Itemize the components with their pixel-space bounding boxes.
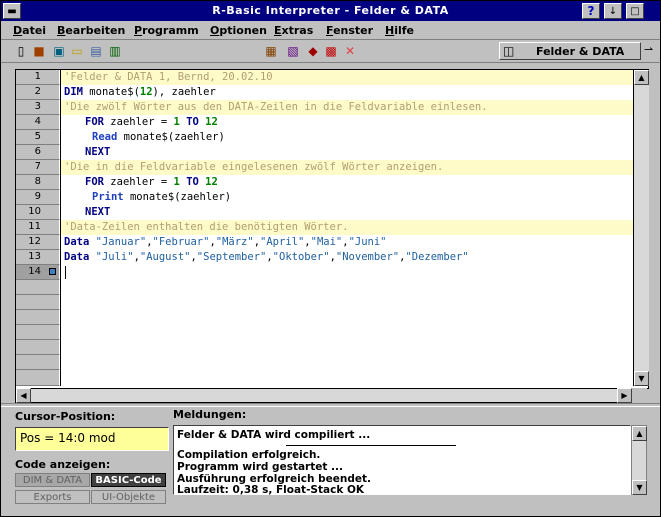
help-button[interactable]: ? (582, 3, 600, 19)
line-number-gutter: 1 2 3 4 5 6 7 8 9 10 11 12 13 14 (16, 70, 61, 386)
line-number: 4 (16, 115, 60, 130)
menu-hilfe[interactable]: Hilfe (385, 24, 414, 37)
maximize-button[interactable]: □ (626, 3, 644, 19)
message-line: Felder & DATA wird compiliert ... (177, 429, 371, 441)
line-number: 11 (16, 220, 60, 235)
folder-icon[interactable]: ▭ (69, 43, 85, 59)
grid-icon[interactable]: ▩ (323, 43, 339, 59)
printer-icon[interactable]: ▤ (88, 43, 104, 59)
code-line[interactable]: 'Felder & DATA 1, Bernd, 20.02.10 (61, 70, 633, 85)
menu-extras[interactable]: Extras (274, 24, 313, 37)
line-number: 3 (16, 100, 60, 115)
run-icon[interactable]: ▧ (285, 43, 301, 59)
stop-icon[interactable]: ✕ (342, 43, 358, 59)
code-line[interactable]: NEXT (61, 145, 633, 160)
messages-label: Meldungen: (173, 408, 247, 421)
line-number-empty (16, 325, 60, 340)
minimize-button[interactable]: ↓ (604, 3, 622, 19)
message-line: Compilation erfolgreich. (177, 449, 321, 461)
window-title: R-Basic Interpreter - Felder & DATA (212, 4, 449, 17)
document-selector[interactable]: ◫ Felder & DATA (499, 42, 641, 60)
menu-fenster[interactable]: Fenster (326, 24, 373, 37)
menu-datei[interactable]: Datei (13, 24, 46, 37)
line-number-empty (16, 310, 60, 325)
line-number: 1 (16, 70, 60, 85)
editor-horizontal-scrollbar[interactable]: ◀ ▶ (15, 388, 632, 403)
debug-icon[interactable]: ◆ (305, 43, 321, 59)
cursor-position-field: Pos = 14:0 mod (15, 427, 169, 451)
line-number-empty (16, 280, 60, 295)
document-selector-label: Felder & DATA (536, 45, 625, 58)
title-bar[interactable]: ▬ R-Basic Interpreter - Felder & DATA ? … (1, 1, 660, 21)
mode-basic-code-button[interactable]: BASIC-Code (91, 473, 166, 487)
menu-bearbeiten[interactable]: Bearbeiten (57, 24, 125, 37)
line-number: 9 (16, 190, 60, 205)
compile-icon[interactable]: ▦ (263, 43, 279, 59)
messages-panel: Felder & DATA wird compiliert ... Compil… (173, 425, 631, 496)
messages-scrollbar[interactable]: ▲ ▼ (631, 425, 647, 495)
line-number: 13 (16, 250, 60, 265)
line-number: 12 (16, 235, 60, 250)
main-window: ▬ R-Basic Interpreter - Felder & DATA ? … (0, 0, 661, 517)
scroll-up-icon[interactable]: ▲ (632, 426, 647, 441)
scroll-down-icon[interactable]: ▼ (632, 480, 647, 495)
message-line: Laufzeit: 0,38 s, Float-Stack OK (177, 484, 365, 496)
line-number: 5 (16, 130, 60, 145)
line-number: 2 (16, 85, 60, 100)
code-line[interactable]: FOR zaehler = 1 TO 12 (61, 175, 633, 190)
line-number-empty (16, 340, 60, 355)
menu-bar: Datei Bearbeiten Programm Optionen Extra… (1, 22, 660, 40)
split-window-icon: ◫ (503, 44, 515, 58)
code-line[interactable]: Read monate$(zaehler) (61, 130, 633, 145)
scroll-left-icon[interactable]: ◀ (16, 388, 31, 403)
scrollbar-corner (632, 388, 647, 403)
code-line[interactable]: FOR zaehler = 1 TO 12 (61, 115, 633, 130)
line-number-active: 14 (16, 265, 60, 280)
text-icon[interactable]: ▣ (51, 43, 67, 59)
mode-dim-data-button[interactable]: DIM & DATA (15, 473, 90, 487)
scroll-right-icon[interactable]: ▶ (617, 388, 632, 403)
code-line[interactable]: 'Die zwölf Wörter aus den DATA-Zeilen in… (61, 100, 633, 115)
message-line: Programm wird gestartet ... (177, 461, 344, 473)
separator (1, 403, 660, 407)
copy-icon[interactable]: ▥ (107, 43, 123, 59)
code-line[interactable]: DIM monate$(12), zaehler (61, 85, 633, 100)
line-number: 8 (16, 175, 60, 190)
code-line[interactable]: Data "Januar","Februar","März","April","… (61, 235, 633, 250)
menu-optionen[interactable]: Optionen (210, 24, 267, 37)
text-caret (65, 266, 66, 279)
line-number: 7 (16, 160, 60, 175)
toolbar-arrow-icon[interactable]: ⇀ (644, 43, 658, 59)
line-number-empty (16, 295, 60, 310)
code-line[interactable]: Data "Juli","August","September","Oktobe… (61, 250, 633, 265)
menu-programm[interactable]: Programm (134, 24, 199, 37)
code-editor[interactable]: 1 2 3 4 5 6 7 8 9 10 11 12 13 14 'Felder… (15, 69, 649, 389)
line-number: 6 (16, 145, 60, 160)
code-view-label: Code anzeigen: (15, 458, 111, 471)
line-number-empty (16, 370, 60, 386)
mode-exports-button[interactable]: Exports (15, 490, 90, 504)
code-line[interactable]: Print monate$(zaehler) (61, 190, 633, 205)
open-book-icon[interactable]: ■ (31, 43, 47, 59)
cursor-position-label: Cursor-Position: (15, 410, 116, 423)
new-file-icon[interactable]: ▯ (13, 43, 29, 59)
message-divider (286, 445, 456, 446)
mode-ui-objects-button[interactable]: UI-Objekte (91, 490, 166, 504)
code-line[interactable]: 'Die in die Feldvariable eingelesenen zw… (61, 160, 633, 175)
scroll-up-icon[interactable]: ▲ (634, 70, 649, 85)
line-number: 10 (16, 205, 60, 220)
line-number-empty (16, 355, 60, 370)
code-line-current[interactable] (61, 265, 633, 280)
scroll-down-icon[interactable]: ▼ (634, 371, 649, 386)
editor-vertical-scrollbar[interactable]: ▲ ▼ (633, 70, 649, 386)
code-line[interactable]: 'Data-Zeilen enthalten die benötigten Wö… (61, 220, 633, 235)
code-line[interactable]: NEXT (61, 205, 633, 220)
current-line-marker-icon (49, 268, 56, 275)
toolbar: ▯ ■ ▣ ▭ ▤ ▥ ▦ ▧ ◆ ▩ ✕ ◫ Felder & DATA ⇀ (1, 40, 660, 63)
